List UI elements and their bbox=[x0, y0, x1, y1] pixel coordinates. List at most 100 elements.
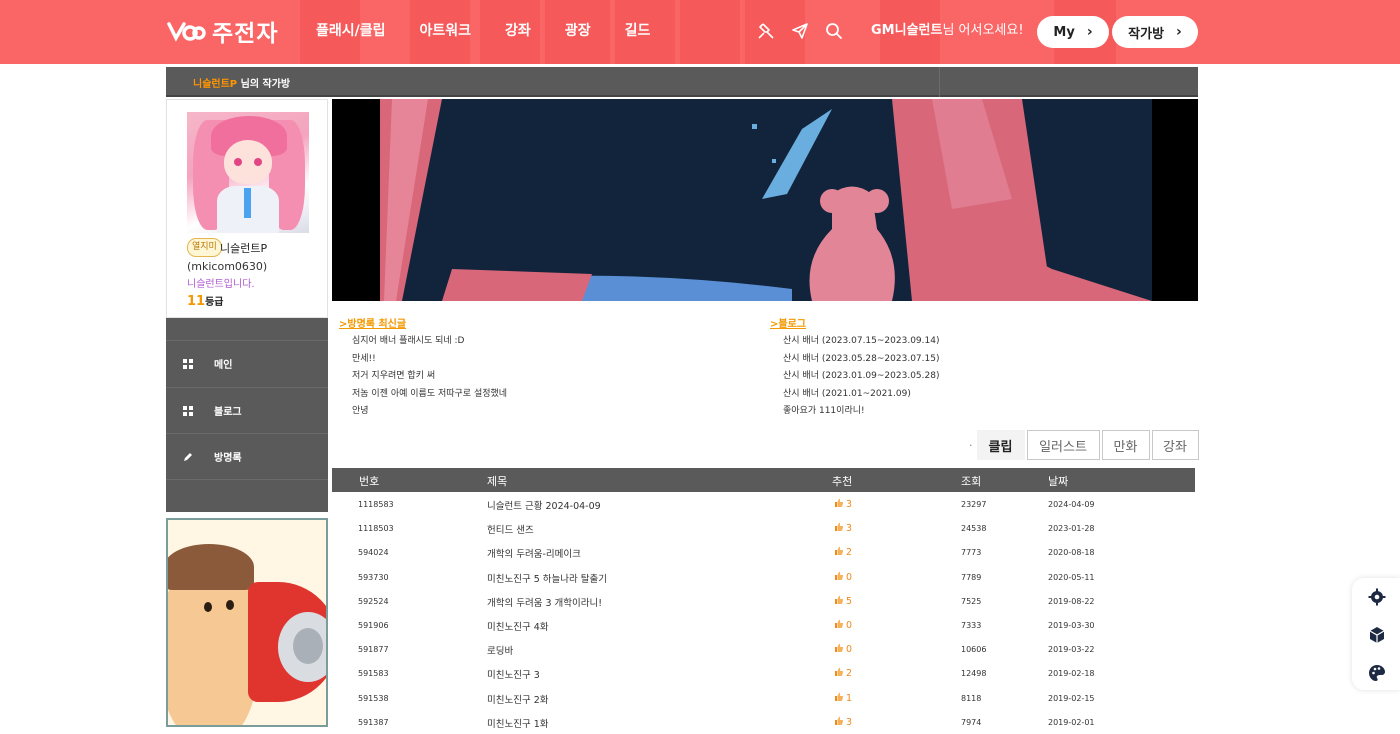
tab-clip[interactable]: 클립 bbox=[976, 430, 1025, 460]
guestbook-item[interactable]: 저놈 이젠 아예 이름도 저따구로 설정했네 bbox=[352, 386, 507, 404]
search-icon[interactable] bbox=[824, 20, 844, 42]
guestbook-item[interactable]: 저거 지우려면 합키 써 bbox=[352, 368, 507, 386]
studio-menu: 메인 블로그 방명록 bbox=[166, 318, 328, 512]
post-number: 1118583 bbox=[358, 500, 394, 509]
blog-item[interactable]: 산시 배너 (2023.07.15~2023.09.14) bbox=[783, 333, 939, 351]
thumbs-up-icon bbox=[835, 498, 844, 507]
post-recommend: 2 bbox=[834, 667, 852, 679]
send-icon[interactable] bbox=[790, 20, 810, 42]
col-views: 조회 bbox=[961, 475, 982, 488]
post-number: 591538 bbox=[358, 693, 389, 703]
col-date: 날짜 bbox=[1048, 475, 1069, 488]
table-row[interactable]: 592524 개학의 두려움 3 개학이라니! 5 7525 2019-08-22 bbox=[332, 589, 1195, 613]
site-header: 주전자 플래시/클립 아트워크 강좌 광장 길드 GM니슬런트님 어서오세요! … bbox=[0, 0, 1400, 64]
profile-name: 니슬런트P bbox=[220, 242, 268, 255]
pin-icon[interactable] bbox=[756, 20, 776, 42]
post-title[interactable]: 로딩바 bbox=[487, 643, 513, 657]
guestbook-item[interactable]: 만세!! bbox=[352, 351, 507, 369]
guestbook-item[interactable]: 안녕 bbox=[352, 403, 507, 421]
table-row[interactable]: 591387 미친노진구 1화 3 7974 2019-02-01 bbox=[332, 710, 1195, 734]
col-no: 번호 bbox=[359, 475, 380, 488]
promo-banner[interactable] bbox=[166, 518, 328, 727]
table-header: 번호 제목 추천 조회 날짜 bbox=[332, 468, 1195, 492]
post-views: 7974 bbox=[961, 717, 982, 727]
table-row[interactable]: 1118503 헌티드 샌즈 3 24538 2023-01-28 bbox=[332, 516, 1195, 540]
post-title[interactable]: 미친노진구 3 bbox=[487, 667, 540, 681]
post-views: 7789 bbox=[961, 572, 982, 582]
grid-icon bbox=[183, 405, 193, 416]
table-row[interactable]: 591906 미친노진구 4화 0 7333 2019-03-30 bbox=[332, 613, 1195, 637]
tab-comic[interactable]: 만화 bbox=[1101, 430, 1150, 460]
tab-illust[interactable]: 일러스트 bbox=[1026, 430, 1100, 460]
recommend-count: 0 bbox=[846, 619, 853, 631]
thumbs-up-icon bbox=[835, 668, 844, 677]
table-row[interactable]: 591538 미친노진구 2화 1 8118 2019-02-15 bbox=[332, 686, 1195, 710]
table-row[interactable]: 1118583 니슬런트 근황 2024-04-09 3 23297 2024-04-0… bbox=[332, 492, 1195, 516]
level-badge: 열지미 bbox=[187, 238, 222, 257]
header-icons bbox=[756, 20, 844, 42]
guestbook-title[interactable]: >방명록 최신글 bbox=[339, 315, 406, 330]
post-title[interactable]: 개학의 두려움 3 개학이라니! bbox=[487, 595, 602, 609]
post-title[interactable]: 미친노진구 1화 bbox=[487, 716, 549, 730]
pencil-icon bbox=[183, 452, 193, 462]
post-date: 2020-05-11 bbox=[1048, 572, 1095, 582]
menu-item-blog[interactable]: 블로그 bbox=[166, 387, 328, 433]
site-logo[interactable]: 주전자 bbox=[166, 14, 278, 48]
level-number: 11 bbox=[187, 294, 206, 309]
header-deco bbox=[680, 0, 740, 64]
nav-lecture[interactable]: 강좌 bbox=[505, 20, 531, 42]
post-table: 1118583 니슬런트 근황 2024-04-09 3 23297 2024-04-0… bbox=[332, 492, 1195, 734]
studio-title-bar: 니슬런트P 님의 작가방 bbox=[166, 67, 1198, 97]
blog-item[interactable]: 산시 배너 (2023.05.28~2023.07.15) bbox=[783, 351, 939, 369]
menu-divider bbox=[166, 479, 328, 480]
blog-item[interactable]: 좋아요가 111이라니! bbox=[783, 403, 939, 421]
nav-flash-clip[interactable]: 플래시/클립 bbox=[316, 20, 386, 42]
nav-artwork[interactable]: 아트워크 bbox=[420, 20, 472, 42]
blog-item[interactable]: 산시 배너 (2023.01.09~2023.05.28) bbox=[783, 368, 939, 386]
post-title[interactable]: 니슬런트 근황 2024-04-09 bbox=[487, 498, 601, 512]
profile-card: 열지미 니슬런트P (mkicom0630) 니슬런트입니다. 11등급 bbox=[166, 99, 328, 318]
logo-text: 주전자 bbox=[212, 21, 279, 47]
menu-item-main[interactable]: 메인 bbox=[166, 340, 328, 386]
gear-icon[interactable] bbox=[1368, 588, 1386, 606]
chevron-right-icon: › bbox=[1176, 24, 1182, 40]
post-title[interactable]: 미친노진구 2화 bbox=[487, 692, 549, 706]
table-row[interactable]: 593730 미친노진구 5 하늘나라 탈출기 0 7789 2020-05-11 bbox=[332, 565, 1195, 589]
my-button-label: My bbox=[1053, 24, 1075, 40]
post-date: 2019-03-30 bbox=[1048, 620, 1095, 630]
post-recommend: 0 bbox=[834, 619, 852, 631]
kettle-logo-icon bbox=[166, 16, 206, 46]
studio-button[interactable]: 작가방 › bbox=[1112, 16, 1198, 48]
grid-icon bbox=[183, 358, 193, 369]
greeting: GM니슬런트님 어서오세요! bbox=[871, 21, 1024, 41]
menu-item-guestbook[interactable]: 방명록 bbox=[166, 433, 328, 479]
profile-id: (mkicom0630) bbox=[187, 260, 268, 273]
my-button[interactable]: My › bbox=[1037, 16, 1109, 48]
recommend-count: 0 bbox=[846, 644, 853, 656]
cube-icon[interactable] bbox=[1368, 626, 1386, 644]
post-views: 10606 bbox=[961, 645, 987, 655]
post-title[interactable]: 개학의 두려움-리메이크 bbox=[487, 546, 581, 560]
tab-lecture[interactable]: 강좌 bbox=[1151, 430, 1199, 460]
palette-icon[interactable] bbox=[1368, 664, 1386, 682]
post-title[interactable]: 미친노진구 5 하늘나라 탈출기 bbox=[487, 571, 607, 585]
post-title[interactable]: 헌티드 샌즈 bbox=[487, 522, 534, 536]
post-title[interactable]: 미친노진구 4화 bbox=[487, 619, 549, 633]
thumbs-up-icon bbox=[835, 547, 844, 556]
category-tabs: · 클립 일러스트 만화 강좌 bbox=[969, 430, 1199, 460]
blog-title[interactable]: >블로그 bbox=[770, 315, 806, 330]
nav-guild[interactable]: 길드 bbox=[625, 20, 651, 42]
floating-tools bbox=[1352, 578, 1400, 690]
profile-level: 11등급 bbox=[187, 293, 224, 309]
table-row[interactable]: 591583 미친노진구 3 2 12498 2019-02-18 bbox=[332, 661, 1195, 685]
avatar[interactable] bbox=[187, 112, 309, 233]
post-date: 2019-02-18 bbox=[1048, 669, 1095, 679]
table-row[interactable]: 591877 로딩바 0 10606 2019-03-22 bbox=[332, 637, 1195, 661]
recommend-count: 3 bbox=[846, 716, 853, 728]
nav-plaza[interactable]: 광장 bbox=[565, 20, 591, 42]
col-title: 제목 bbox=[487, 475, 508, 488]
guestbook-item[interactable]: 심지어 배너 플래시도 되네 :D bbox=[352, 333, 507, 351]
recommend-count: 3 bbox=[846, 499, 853, 510]
blog-item[interactable]: 산시 배너 (2021.01~2021.09) bbox=[783, 386, 939, 404]
table-row[interactable]: 594024 개학의 두려움-리메이크 2 7773 2020-08-18 bbox=[332, 540, 1195, 564]
